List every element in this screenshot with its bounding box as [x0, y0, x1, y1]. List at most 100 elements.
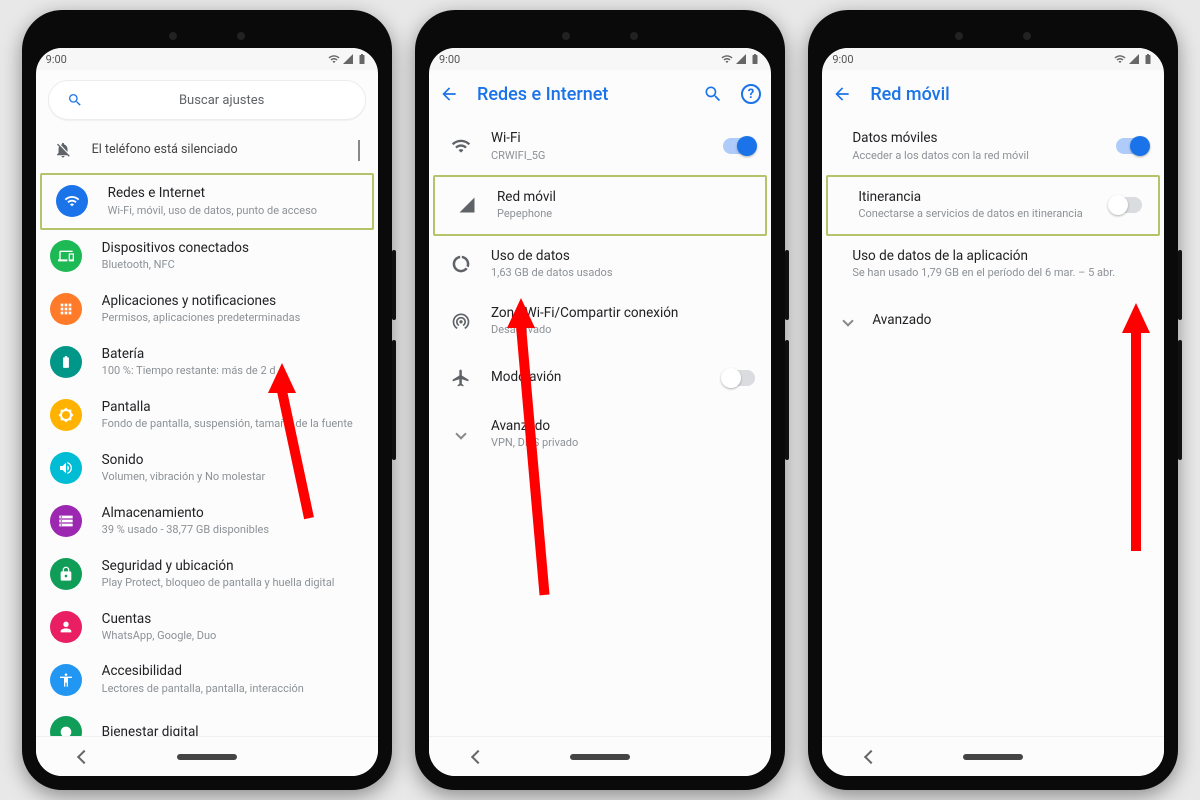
accessibility-icon [50, 664, 82, 696]
status-bar: 9:00 [429, 48, 771, 70]
silent-banner[interactable]: El teléfono está silenciado [36, 126, 378, 173]
banner-text: El teléfono está silenciado [92, 142, 238, 157]
signal-icon [451, 189, 483, 221]
data-usage-icon [445, 248, 477, 280]
storage-icon [50, 505, 82, 537]
search-icon[interactable] [703, 84, 723, 104]
row-subtitle: CRWIFI_5G [491, 148, 709, 163]
row-security[interactable]: Seguridad y ubicación Play Protect, bloq… [36, 548, 378, 601]
nav-back-button[interactable] [866, 752, 876, 762]
screen-3: 9:00 Red móvil Datos móviles Acceder a l… [822, 48, 1164, 776]
back-arrow-icon[interactable] [832, 84, 852, 104]
row-accessibility[interactable]: Accesibilidad Lectores de pantalla, pant… [36, 653, 378, 706]
devices-icon [50, 240, 82, 272]
row-storage[interactable]: Almacenamiento 39 % usado - 38,77 GB dis… [36, 495, 378, 548]
row-subtitle: 1,63 GB de datos usados [491, 265, 755, 280]
row-title: Sonido [102, 452, 364, 470]
row-connected-devices[interactable]: Dispositivos conectados Bluetooth, NFC [36, 230, 378, 283]
row-title: Bienestar digital [102, 724, 364, 736]
row-network-internet[interactable]: Redes e Internet Wi-Fi, móvil, uso de da… [40, 173, 374, 230]
row-title: Accesibilidad [102, 663, 364, 681]
row-subtitle: WhatsApp, Google, Duo [102, 628, 364, 643]
page-title: Redes e Internet [477, 84, 685, 105]
phone-frame-3: 9:00 Red móvil Datos móviles Acceder a l… [808, 10, 1178, 790]
airplane-toggle[interactable] [723, 370, 755, 386]
roaming-toggle[interactable] [1110, 197, 1142, 213]
row-apps-notifications[interactable]: Aplicaciones y notificaciones Permisos, … [36, 283, 378, 336]
nav-home-pill[interactable] [570, 754, 630, 760]
row-title: Batería [102, 346, 364, 364]
phone-notch [429, 24, 771, 48]
row-title: Avanzado [872, 312, 1148, 330]
row-title: Datos móviles [852, 130, 1102, 148]
screen-1: 9:00 Buscar ajustes El teléfono está sil… [36, 48, 378, 776]
row-subtitle: Lectores de pantalla, pantalla, interacc… [102, 681, 364, 696]
status-bar: 9:00 [822, 48, 1164, 70]
row-title: Aplicaciones y notificaciones [102, 293, 364, 311]
nav-back-button[interactable] [473, 752, 483, 762]
red-arrow-3 [1122, 303, 1150, 333]
search-input[interactable]: Buscar ajustes [48, 80, 366, 120]
row-roaming[interactable]: Itinerancia Conectarse a servicios de da… [826, 175, 1160, 236]
row-data-usage[interactable]: Uso de datos 1,63 GB de datos usados [429, 236, 771, 293]
nav-home-pill[interactable] [177, 754, 237, 760]
nav-bar [822, 736, 1164, 776]
row-app-data-usage[interactable]: Uso de datos de la aplicación Se han usa… [822, 236, 1164, 293]
back-arrow-icon[interactable] [439, 84, 459, 104]
row-sound[interactable]: Sonido Volumen, vibración y No molestar [36, 442, 378, 495]
nav-back-button[interactable] [79, 752, 89, 762]
row-title: Wi-Fi [491, 130, 709, 148]
row-hotspot[interactable]: Zona Wi-Fi/Compartir conexión Desactivad… [429, 293, 771, 350]
row-title: Red móvil [497, 189, 749, 207]
phone-notch [36, 24, 378, 48]
settings-list: Redes e Internet Wi-Fi, móvil, uso de da… [36, 173, 378, 736]
status-icons [328, 53, 368, 65]
row-subtitle: Bluetooth, NFC [102, 257, 364, 272]
wifi-icon [1114, 53, 1126, 65]
display-icon [50, 399, 82, 431]
mobile-data-toggle[interactable] [1116, 138, 1148, 154]
bell-off-icon [54, 141, 72, 159]
row-digital-wellbeing[interactable]: Bienestar digital [36, 706, 378, 736]
chevron-down-icon [445, 418, 477, 450]
network-icon [56, 185, 88, 217]
phone-frame-1: 9:00 Buscar ajustes El teléfono está sil… [22, 10, 392, 790]
search-icon [67, 92, 83, 108]
row-title: Uso de datos [491, 248, 755, 266]
row-subtitle: Conectarse a servicios de datos en itine… [858, 206, 1096, 221]
row-mobile-data[interactable]: Datos móviles Acceder a los datos con la… [822, 118, 1164, 175]
chevron-down-icon [838, 305, 858, 337]
row-subtitle: Se han usado 1,79 GB en el período del 6… [852, 265, 1148, 280]
row-battery[interactable]: Batería 100 %: Tiempo restante: más de 2… [36, 336, 378, 389]
app-bar: Redes e Internet ? [429, 70, 771, 118]
help-icon[interactable]: ? [741, 84, 761, 104]
chevron-down-icon [358, 140, 360, 159]
row-subtitle: 100 %: Tiempo restante: más de 2 d [102, 363, 364, 378]
airplane-icon [445, 362, 477, 394]
nav-home-pill[interactable] [963, 754, 1023, 760]
status-time: 9:00 [46, 53, 67, 66]
signal-icon [342, 53, 354, 65]
row-title: Pantalla [102, 399, 364, 417]
row-accounts[interactable]: Cuentas WhatsApp, Google, Duo [36, 601, 378, 654]
row-subtitle: 39 % usado - 38,77 GB disponibles [102, 522, 364, 537]
apps-icon [50, 293, 82, 325]
row-advanced[interactable]: Avanzado VPN, DNS privado [429, 406, 771, 463]
wifi-icon [445, 130, 477, 162]
row-mobile-network[interactable]: Red móvil Pepephone [433, 175, 767, 236]
hotspot-icon [445, 305, 477, 337]
row-title: Almacenamiento [102, 505, 364, 523]
phone-frame-2: 9:00 Redes e Internet ? Wi-Fi CRWIFI_5G [415, 10, 785, 790]
wifi-toggle[interactable] [723, 138, 755, 154]
row-advanced[interactable]: Avanzado [822, 293, 1164, 349]
status-bar: 9:00 [36, 48, 378, 70]
row-display[interactable]: Pantalla Fondo de pantalla, suspensión, … [36, 389, 378, 442]
battery-icon [1142, 53, 1154, 65]
signal-icon [735, 53, 747, 65]
screen-2: 9:00 Redes e Internet ? Wi-Fi CRWIFI_5G [429, 48, 771, 776]
red-arrow-1 [268, 363, 296, 393]
row-wifi[interactable]: Wi-Fi CRWIFI_5G [429, 118, 771, 175]
row-airplane-mode[interactable]: Modo avión [429, 350, 771, 406]
security-icon [50, 558, 82, 590]
nav-bar [429, 736, 771, 776]
